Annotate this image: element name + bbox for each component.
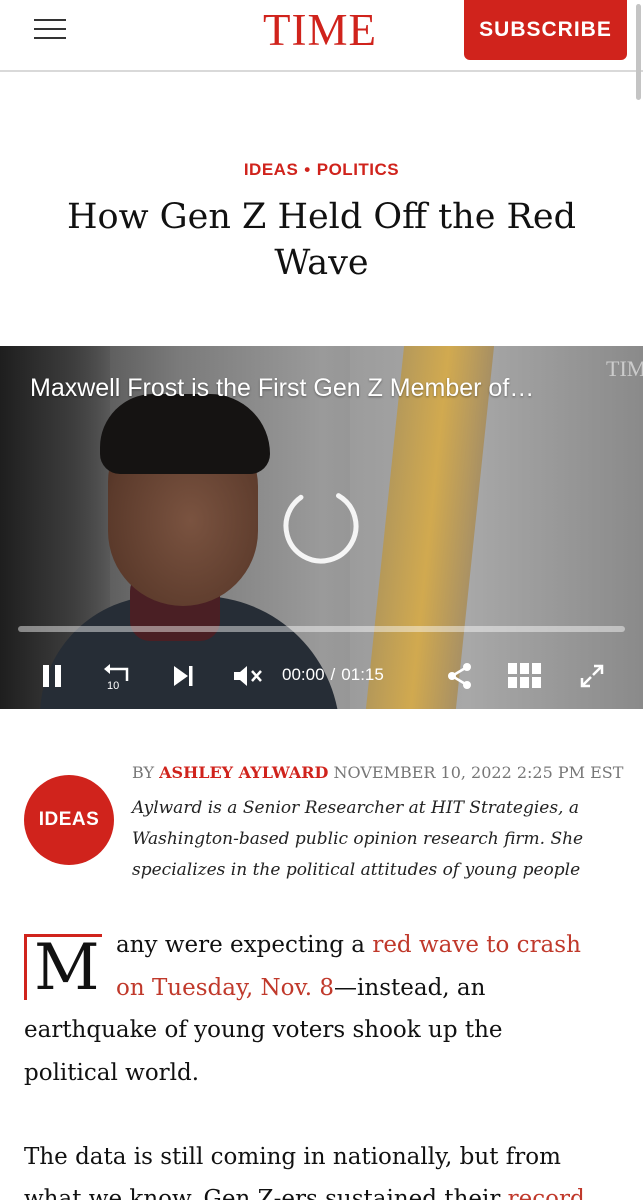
time-logo[interactable]: TIME: [263, 4, 377, 56]
video-controls: 10 00:00 / 01:15: [0, 646, 643, 706]
loading-spinner-icon: [283, 488, 359, 564]
video-time: 00:00 / 01:15: [282, 665, 384, 685]
video-watermark: TIM: [606, 356, 643, 381]
svg-text:10: 10: [107, 680, 119, 691]
duration: 01:15: [341, 665, 384, 684]
scrollbar[interactable]: [636, 4, 641, 100]
byline: BY ASHLEY AYLWARD NOVEMBER 10, 2022 2:25…: [132, 763, 632, 782]
article-kicker: IDEAS • POLITICS: [0, 160, 643, 180]
byline-by: BY: [132, 763, 155, 782]
publish-date: NOVEMBER 10, 2022 2:25 PM EST: [333, 763, 624, 782]
paragraph-text: any were expecting a: [116, 932, 373, 958]
author-link[interactable]: ASHLEY AYLWARD: [159, 763, 328, 782]
author-bio: Aylward is a Senior Researcher at HIT St…: [132, 793, 622, 886]
paragraph-1-line: political world.: [24, 1060, 200, 1086]
paragraph-2-line: what we know, Gen Z-ers sustained their …: [24, 1186, 585, 1200]
ideas-badge[interactable]: IDEAS: [24, 775, 114, 865]
tuesday-nov-8-link[interactable]: on Tuesday, Nov. 8: [116, 975, 334, 1001]
paragraph-text: —instead, an: [334, 975, 486, 1001]
section-link-politics[interactable]: POLITICS: [317, 160, 399, 179]
replay-10-icon[interactable]: 10: [98, 658, 138, 694]
site-header: TIME SUBSCRIBE: [0, 0, 643, 100]
paragraph-1-line: earthquake of young voters shook up the: [24, 1017, 503, 1043]
current-time: 00:00: [282, 665, 325, 684]
paragraph-2-line: The data is still coming in nationally, …: [24, 1144, 561, 1170]
video-subject-hair: [100, 394, 270, 474]
paragraph-1-line: any were expecting a red wave to crash: [116, 932, 581, 958]
skip-next-icon[interactable]: [163, 658, 203, 694]
record-link[interactable]: record: [508, 1186, 585, 1200]
kicker-separator: •: [304, 160, 311, 179]
pause-icon[interactable]: [32, 658, 72, 694]
author-bio-line: Aylward is a Senior Researcher at HIT St…: [132, 798, 579, 818]
mute-icon[interactable]: [228, 658, 268, 694]
grid-icon[interactable]: [505, 658, 545, 694]
fullscreen-icon[interactable]: [572, 658, 612, 694]
section-link-ideas[interactable]: IDEAS: [244, 160, 298, 179]
video-player[interactable]: Maxwell Frost is the First Gen Z Member …: [0, 346, 643, 709]
paragraph-1-line: on Tuesday, Nov. 8—instead, an: [116, 975, 485, 1001]
share-icon[interactable]: [440, 658, 480, 694]
author-bio-line: Washington-based public opinion research…: [132, 829, 584, 849]
dropcap: M: [34, 931, 100, 1005]
subscribe-button[interactable]: SUBSCRIBE: [464, 0, 627, 60]
article-title: How Gen Z Held Off the Red Wave: [66, 197, 577, 283]
video-progress-bar[interactable]: [18, 626, 625, 632]
time-separator: /: [330, 665, 336, 684]
red-wave-link[interactable]: red wave to crash: [372, 932, 581, 958]
paragraph-text: what we know, Gen Z-ers sustained their: [24, 1186, 508, 1200]
hamburger-menu-icon[interactable]: [34, 19, 66, 39]
author-bio-line: specializes in the political attitudes o…: [132, 860, 581, 880]
video-title[interactable]: Maxwell Frost is the First Gen Z Member …: [30, 374, 620, 403]
